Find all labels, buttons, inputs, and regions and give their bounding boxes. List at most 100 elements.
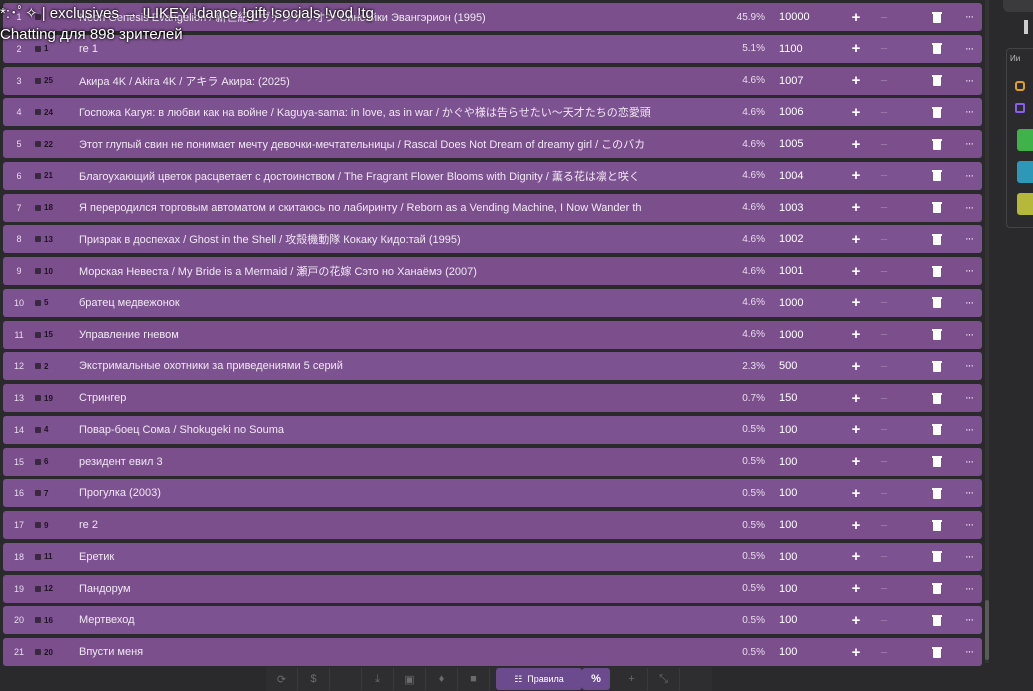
subtract-amount-button[interactable]: − bbox=[877, 549, 891, 564]
lot-amount-input[interactable]: 100 bbox=[779, 487, 839, 499]
delete-icon[interactable] bbox=[932, 392, 942, 404]
subtract-amount-button[interactable]: − bbox=[877, 200, 891, 215]
lot-name[interactable]: Акира 4K / Akira 4K / アキラ Акира: (2025) bbox=[79, 73, 719, 89]
subtract-amount-button[interactable]: − bbox=[877, 613, 891, 628]
lot-amount-input[interactable]: 100 bbox=[779, 456, 839, 468]
more-options-icon[interactable]: ··· bbox=[962, 11, 976, 23]
subtract-amount-button[interactable]: − bbox=[877, 137, 891, 152]
lot-amount-input[interactable]: 1004 bbox=[779, 170, 839, 182]
subtract-amount-button[interactable]: − bbox=[877, 232, 891, 247]
delete-icon[interactable] bbox=[932, 551, 942, 563]
add-amount-button[interactable]: + bbox=[849, 358, 863, 375]
subtract-amount-button[interactable]: − bbox=[877, 327, 891, 342]
subtract-amount-button[interactable]: − bbox=[877, 391, 891, 406]
stop-icon[interactable]: ■ bbox=[458, 668, 490, 690]
add-icon[interactable]: + bbox=[616, 668, 648, 690]
lot-amount-input[interactable]: 1002 bbox=[779, 233, 839, 245]
more-options-icon[interactable]: ··· bbox=[962, 329, 976, 341]
lot-amount-input[interactable]: 1003 bbox=[779, 202, 839, 214]
lot-row[interactable]: 15 6 резидент евил 3 0.5% 100 + − ··· bbox=[3, 447, 982, 476]
more-options-icon[interactable]: ··· bbox=[962, 392, 976, 404]
drag-handle-icon[interactable] bbox=[35, 141, 41, 147]
more-options-icon[interactable]: ··· bbox=[962, 487, 976, 499]
lot-row[interactable]: 17 9 re 2 0.5% 100 + − ··· bbox=[3, 511, 982, 539]
add-amount-button[interactable]: + bbox=[849, 548, 863, 565]
drag-handle-icon[interactable] bbox=[35, 426, 41, 433]
add-amount-button[interactable]: + bbox=[849, 294, 863, 311]
scrollbar-thumb[interactable] bbox=[985, 600, 989, 660]
lot-amount-input[interactable]: 100 bbox=[779, 424, 839, 436]
add-amount-button[interactable]: + bbox=[849, 72, 863, 89]
lot-id-badge[interactable]: 13 bbox=[35, 235, 75, 244]
add-amount-button[interactable]: + bbox=[849, 580, 863, 597]
lot-amount-input[interactable]: 1007 bbox=[779, 75, 839, 87]
lot-id-badge[interactable]: 20 bbox=[35, 648, 75, 657]
percent-toggle-button[interactable]: % bbox=[582, 668, 610, 690]
color-swatch-teal[interactable] bbox=[1017, 161, 1033, 183]
lot-name[interactable]: Еретик bbox=[79, 551, 719, 563]
lot-name[interactable]: Экстримальные охотники за приведениями 5… bbox=[79, 360, 719, 372]
lot-amount-input[interactable]: 500 bbox=[779, 360, 839, 372]
add-amount-button[interactable]: + bbox=[849, 9, 863, 26]
subtract-amount-button[interactable]: − bbox=[877, 73, 891, 88]
lot-amount-input[interactable]: 1000 bbox=[779, 329, 839, 341]
delete-icon[interactable] bbox=[932, 75, 942, 86]
delete-icon[interactable] bbox=[932, 519, 942, 531]
add-amount-button[interactable]: + bbox=[849, 485, 863, 502]
subtract-amount-button[interactable]: − bbox=[877, 422, 891, 437]
subtract-amount-button[interactable]: − bbox=[877, 581, 891, 596]
add-amount-button[interactable]: + bbox=[849, 390, 863, 407]
lot-row[interactable]: 21 20 Впусти меня 0.5% 100 + − ··· bbox=[3, 638, 982, 666]
subtract-amount-button[interactable]: − bbox=[877, 105, 891, 120]
lot-name[interactable]: Госпожа Кагуя: в любви как на войне / Ka… bbox=[79, 104, 719, 120]
lot-row[interactable]: 12 2 Экстримальные охотники за приведениям… bbox=[3, 352, 982, 381]
download-icon[interactable]: ⤓ bbox=[362, 668, 394, 690]
lot-name[interactable]: Я переродился торговым автоматом и скита… bbox=[79, 202, 719, 214]
lot-id-badge[interactable]: 11 bbox=[35, 552, 75, 561]
delete-icon[interactable] bbox=[932, 456, 942, 467]
delete-icon[interactable] bbox=[932, 360, 942, 372]
more-options-icon[interactable]: ··· bbox=[962, 43, 976, 55]
lot-name[interactable]: Благоухающий цветок расцветает с достоин… bbox=[79, 168, 719, 184]
more-options-icon[interactable]: ··· bbox=[962, 360, 976, 372]
more-options-icon[interactable]: ··· bbox=[962, 265, 976, 277]
delete-icon[interactable] bbox=[932, 138, 942, 150]
add-amount-button[interactable]: + bbox=[849, 167, 863, 184]
add-amount-button[interactable]: + bbox=[849, 517, 863, 534]
lot-id-badge[interactable]: 21 bbox=[35, 171, 75, 180]
add-amount-button[interactable]: + bbox=[849, 421, 863, 438]
drag-handle-icon[interactable] bbox=[35, 77, 41, 84]
lot-id-badge[interactable]: 7 bbox=[35, 489, 75, 498]
lot-id-badge[interactable]: 19 bbox=[35, 394, 75, 403]
lot-name[interactable]: резидент евил 3 bbox=[79, 456, 719, 468]
lot-name[interactable]: Управление гневом bbox=[79, 329, 719, 341]
more-options-icon[interactable]: ··· bbox=[962, 297, 976, 309]
scrollbar[interactable] bbox=[985, 0, 989, 663]
lot-id-badge[interactable]: 5 bbox=[35, 298, 75, 307]
delete-icon[interactable] bbox=[932, 202, 942, 213]
delete-icon[interactable] bbox=[932, 106, 942, 118]
lot-amount-input[interactable]: 150 bbox=[779, 392, 839, 404]
subtract-amount-button[interactable]: − bbox=[877, 10, 891, 25]
lot-id-badge[interactable]: 25 bbox=[35, 76, 75, 85]
more-options-icon[interactable]: ··· bbox=[962, 646, 976, 658]
delete-icon[interactable] bbox=[932, 170, 942, 182]
subtract-amount-button[interactable]: − bbox=[877, 359, 891, 374]
delete-icon[interactable] bbox=[932, 424, 942, 436]
delete-icon[interactable] bbox=[932, 11, 942, 23]
more-options-icon[interactable]: ··· bbox=[962, 138, 976, 150]
delete-icon[interactable] bbox=[932, 646, 942, 658]
lot-amount-input[interactable]: 100 bbox=[779, 519, 839, 531]
lot-id-badge[interactable]: 1 bbox=[35, 44, 75, 53]
drag-handle-icon[interactable] bbox=[35, 649, 41, 655]
subtract-amount-button[interactable]: − bbox=[877, 264, 891, 279]
donation-source-icon[interactable] bbox=[1015, 81, 1025, 91]
subtract-amount-button[interactable]: − bbox=[877, 168, 891, 183]
lot-row[interactable]: 3 25 Акира 4K / Akira 4K / アキラ Акира: (202… bbox=[3, 66, 982, 95]
drag-handle-icon[interactable] bbox=[35, 45, 41, 52]
lot-row[interactable]: 4 24 Госпожа Кагуя: в любви как на войне /… bbox=[3, 98, 982, 127]
lot-amount-input[interactable]: 1006 bbox=[779, 106, 839, 118]
lot-row[interactable]: 6 21 Благоухающий цветок расцветает с дост… bbox=[3, 161, 982, 190]
drop-icon[interactable]: ♦ bbox=[426, 668, 458, 690]
add-amount-button[interactable]: + bbox=[849, 453, 863, 470]
